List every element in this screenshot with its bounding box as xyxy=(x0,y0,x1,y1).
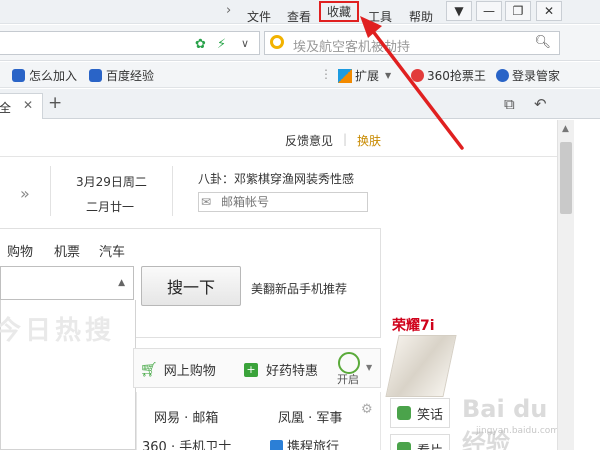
shortcut-bar: 🛒︎ 网上购物 + 好药特惠 开启 ▼ xyxy=(133,348,381,388)
link-separator: | xyxy=(343,132,348,146)
date-text: 3月29日周二 xyxy=(76,175,147,189)
hot-search-title: 今日热搜 xyxy=(0,316,116,346)
mail-account-input[interactable] xyxy=(221,195,361,209)
right-gutter xyxy=(574,120,600,450)
ticket-grabber-button[interactable]: 360抢票王 xyxy=(411,67,486,84)
browser-tab[interactable]: 全 ✕ xyxy=(0,93,43,119)
baidu-paw-icon xyxy=(89,69,102,82)
restore-icon[interactable]: ❐ xyxy=(505,1,531,21)
speed-lightning-icon[interactable]: ⚡ xyxy=(217,37,226,52)
double-chevron-icon[interactable]: » xyxy=(20,184,30,203)
url-input[interactable]: ✿ ⚡ ∨ xyxy=(0,31,260,55)
divider xyxy=(50,166,51,216)
menu-overflow-chevron-icon[interactable]: › xyxy=(226,3,231,18)
ad-title: 荣耀7i xyxy=(392,318,435,334)
bookmark-join[interactable]: 怎么加入 xyxy=(12,67,77,84)
scroll-up-icon[interactable]: ▲ xyxy=(562,124,569,134)
search-icon[interactable]: 🔍︎ xyxy=(534,35,551,50)
category-tab-shopping[interactable]: 购物 xyxy=(7,241,33,260)
baidu-watermark-url: jingyan.baidu.com xyxy=(476,426,557,436)
mail-envelope-icon: ✉ xyxy=(201,195,212,209)
login-manager-icon xyxy=(496,69,509,82)
vertical-scrollbar[interactable]: ▲ xyxy=(557,120,574,450)
undo-close-tab-icon[interactable]: ↶ xyxy=(534,95,547,113)
scrollbar-thumb[interactable] xyxy=(560,142,572,214)
shortcut-online-shopping[interactable]: 🛒︎ 网上购物 xyxy=(140,360,216,380)
mail-login-box[interactable]: ✉ xyxy=(198,192,368,212)
site-ifeng-military[interactable]: 凤凰 · 军事 xyxy=(278,407,342,426)
shopping-cart-icon: 🛒︎ xyxy=(140,361,158,378)
lunar-date-text: 二月廿一 xyxy=(86,200,135,214)
shortcut-medicine-deals[interactable]: + 好药特惠 xyxy=(244,360,318,379)
side-joke-button[interactable]: 笑话 xyxy=(390,398,450,428)
search-engine-icon[interactable] xyxy=(270,35,284,49)
tab-list-icon[interactable]: ⧉ xyxy=(504,95,515,113)
menu-favorites[interactable]: 收藏 xyxy=(319,1,359,22)
site-netease-mail[interactable]: 网易 · 邮箱 xyxy=(154,407,218,426)
minimize-icon[interactable]: — xyxy=(476,1,502,21)
security-shield-icon[interactable]: ✿ xyxy=(195,37,206,52)
change-skin-link[interactable]: 换肤 xyxy=(357,132,381,149)
extensions-button[interactable]: 扩展 ▼ xyxy=(338,67,391,84)
medical-plus-icon: + xyxy=(244,362,258,377)
category-tab-flights[interactable]: 机票 xyxy=(54,241,80,260)
address-bar: ✿ ⚡ ∨ 埃及航空客机被劫持 🔍︎ xyxy=(0,25,600,61)
chevron-down-icon[interactable]: ∨ xyxy=(241,37,249,50)
phone-ad[interactable]: 荣耀7i xyxy=(385,315,457,400)
search-button[interactable]: 搜一下 xyxy=(141,266,241,306)
search-input[interactable]: 埃及航空客机被劫持 xyxy=(293,36,410,55)
promo-link[interactable]: 美翻新品手机推荐 xyxy=(251,280,347,297)
phone-image xyxy=(385,335,457,397)
main-search-input[interactable]: ▲ xyxy=(0,266,134,300)
close-icon[interactable]: ✕ xyxy=(536,1,562,21)
site-360-guard[interactable]: 360 · 手机卫士 xyxy=(142,436,231,450)
baidu-watermark: Bai du 经验 xyxy=(462,395,548,450)
header-divider xyxy=(0,156,557,157)
chevron-down-icon[interactable]: ▼ xyxy=(366,363,372,372)
baidu-paw-icon xyxy=(12,69,25,82)
gear-icon[interactable]: ⚙ xyxy=(361,402,373,417)
feedback-link[interactable]: 反馈意见 xyxy=(285,132,333,149)
divider xyxy=(172,166,173,216)
site-ctrip[interactable]: 携程旅行 xyxy=(270,436,339,450)
category-tab-cars[interactable]: 汽车 xyxy=(99,241,125,260)
gossip-headline-link[interactable]: 八卦：邓紫棋穿渔网装秀性感 xyxy=(198,170,354,187)
hot-search-dropdown: 今日热搜 xyxy=(0,300,136,450)
skin-shirt-icon[interactable]: ▼ xyxy=(446,1,472,21)
ticket-icon xyxy=(411,69,424,82)
search-box[interactable]: 埃及航空客机被劫持 🔍︎ xyxy=(264,31,560,55)
new-tab-plus-icon[interactable]: + xyxy=(48,93,62,113)
tab-bar: 全 ✕ + ⧉ ↶ xyxy=(0,89,600,119)
login-manager-button[interactable]: 登录管家 xyxy=(496,67,560,84)
extensions-icon xyxy=(338,68,352,83)
tab-close-icon[interactable]: ✕ xyxy=(23,98,33,112)
side-second-button[interactable]: 看片 xyxy=(390,434,450,450)
page-content: 反馈意见 | 换肤 » 3月29日周二 二月廿一 八卦：邓紫棋穿渔网装秀性感 ✉… xyxy=(0,120,557,450)
bookmarks-bar: 怎么加入 百度经验 ⋮ 扩展 ▼ 360抢票王 登录管家 xyxy=(0,62,600,88)
bookmark-baidu-experience[interactable]: 百度经验 xyxy=(89,67,154,84)
dropdown-triangle-icon[interactable]: ▲ xyxy=(118,278,125,288)
ctrip-icon xyxy=(270,440,283,450)
bookmarks-divider: ⋮ xyxy=(320,67,332,81)
title-bar: › 文件 查看 收藏 工具 帮助 ▼ — ❐ ✕ xyxy=(0,0,600,24)
open-label: 开启 xyxy=(337,373,359,386)
chevron-down-icon: ▼ xyxy=(385,71,392,80)
video-icon xyxy=(397,442,411,450)
joke-icon xyxy=(397,406,411,420)
